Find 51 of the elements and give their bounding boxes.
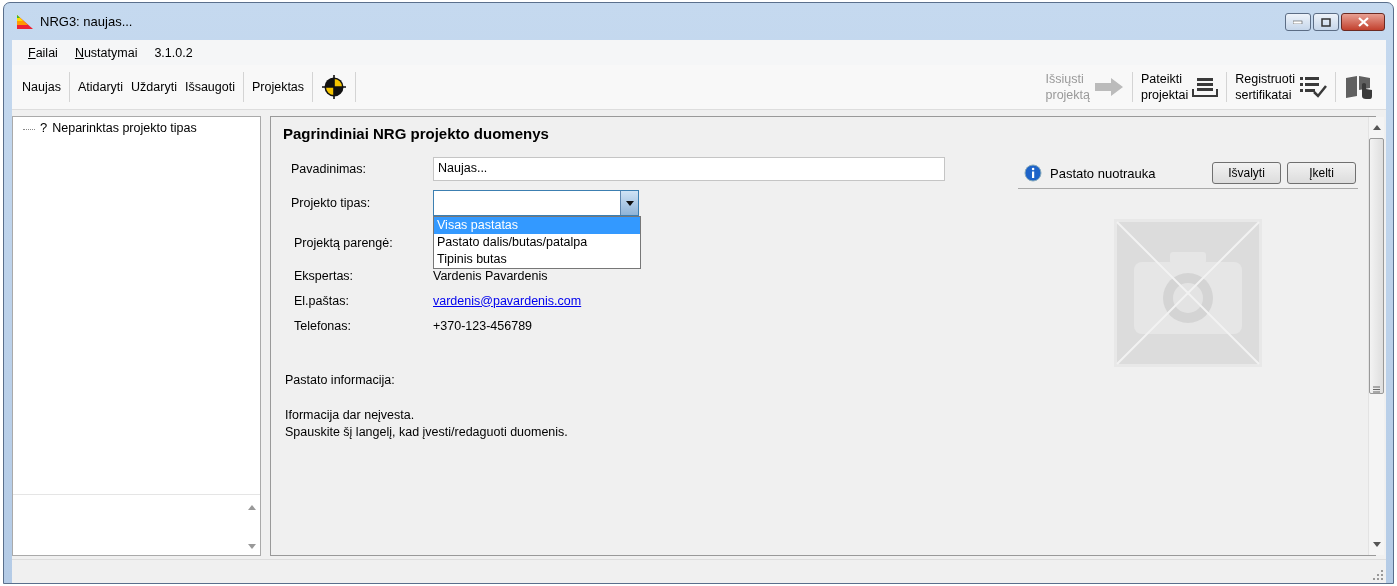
close-icon <box>1357 17 1369 27</box>
close-button[interactable] <box>1341 13 1385 31</box>
minimize-icon <box>1293 20 1303 24</box>
section-title: Pagrindiniai NRG projekto duomenys <box>283 125 550 142</box>
target-icon[interactable] <box>322 75 347 99</box>
scroll-down-icon[interactable] <box>247 544 256 549</box>
maximize-icon <box>1321 17 1331 27</box>
minimize-button[interactable] <box>1285 13 1311 31</box>
toolbar-button[interactable]: Registruoti sertifikatai <box>1231 71 1331 103</box>
email-link[interactable]: vardenis@pavardenis.com <box>433 293 582 308</box>
toolbar-button[interactable]: Atidaryti <box>73 78 128 96</box>
field-label: Pavadinimas: <box>291 162 368 176</box>
field-label: Projekto tipas: <box>291 196 372 210</box>
field-value: Vardenis Pavardenis <box>433 268 548 283</box>
field-label: Projektą parengė: <box>294 235 394 250</box>
menu-item[interactable]: Failai <box>28 45 58 60</box>
photo-button[interactable]: Įkelti <box>1287 162 1356 184</box>
info-text[interactable]: Iformacija dar neįvesta. Spauskite šį langelį, kad įvesti/redaguoti duomenis. <box>285 407 1358 441</box>
toolbar-button[interactable]: Uždaryti <box>127 78 181 96</box>
resize-grip-icon[interactable] <box>1373 570 1383 580</box>
photo-button[interactable]: Išvalyti <box>1212 162 1281 184</box>
menu-item[interactable]: Nustatymai <box>74 45 138 60</box>
dropdown-option[interactable]: Tipinis butas <box>434 251 640 268</box>
scroll-thumb[interactable] <box>1369 138 1384 394</box>
scroll-up-icon[interactable] <box>1372 125 1381 130</box>
window-title: NRG3: naujas... <box>40 14 133 29</box>
caret-icon <box>625 200 634 206</box>
scroll-up-icon[interactable] <box>247 505 256 510</box>
toolbar-button[interactable]: Išsaugoti <box>180 78 239 96</box>
toolbar-button[interactable]: Naujas <box>18 78 65 96</box>
field-label: Telefonas: <box>294 318 352 333</box>
toolbar-button[interactable]: Projektas <box>247 78 309 96</box>
checklist-icon <box>1299 75 1327 99</box>
field-value: +370-123-456789 <box>433 318 533 333</box>
tree-item[interactable]: ? Neparinktas projekto tipas <box>23 120 260 135</box>
name-field[interactable]: Naujas... <box>433 157 945 181</box>
app-logo-icon <box>16 13 34 30</box>
no-photo-icon <box>1114 219 1262 367</box>
scroll-down-icon[interactable] <box>1372 542 1381 547</box>
field-label: Ekspertas: <box>294 268 355 283</box>
info-icon <box>1024 164 1042 182</box>
version-label: 3.1.0.2 <box>154 45 193 60</box>
maximize-button[interactable] <box>1313 13 1339 31</box>
book-icon <box>1344 74 1374 100</box>
field-label: El.paštas: <box>294 293 350 308</box>
dropdown-option[interactable]: Pastato dalis/butas/patalpa <box>434 234 640 251</box>
tray-icon <box>1192 76 1219 98</box>
toolbar-button[interactable]: Pateikti projektai <box>1137 71 1223 103</box>
arrow-icon <box>1094 78 1124 96</box>
info-label: Pastato informacija: <box>285 373 396 387</box>
photo-title: Pastato nuotrauka <box>1050 165 1156 181</box>
